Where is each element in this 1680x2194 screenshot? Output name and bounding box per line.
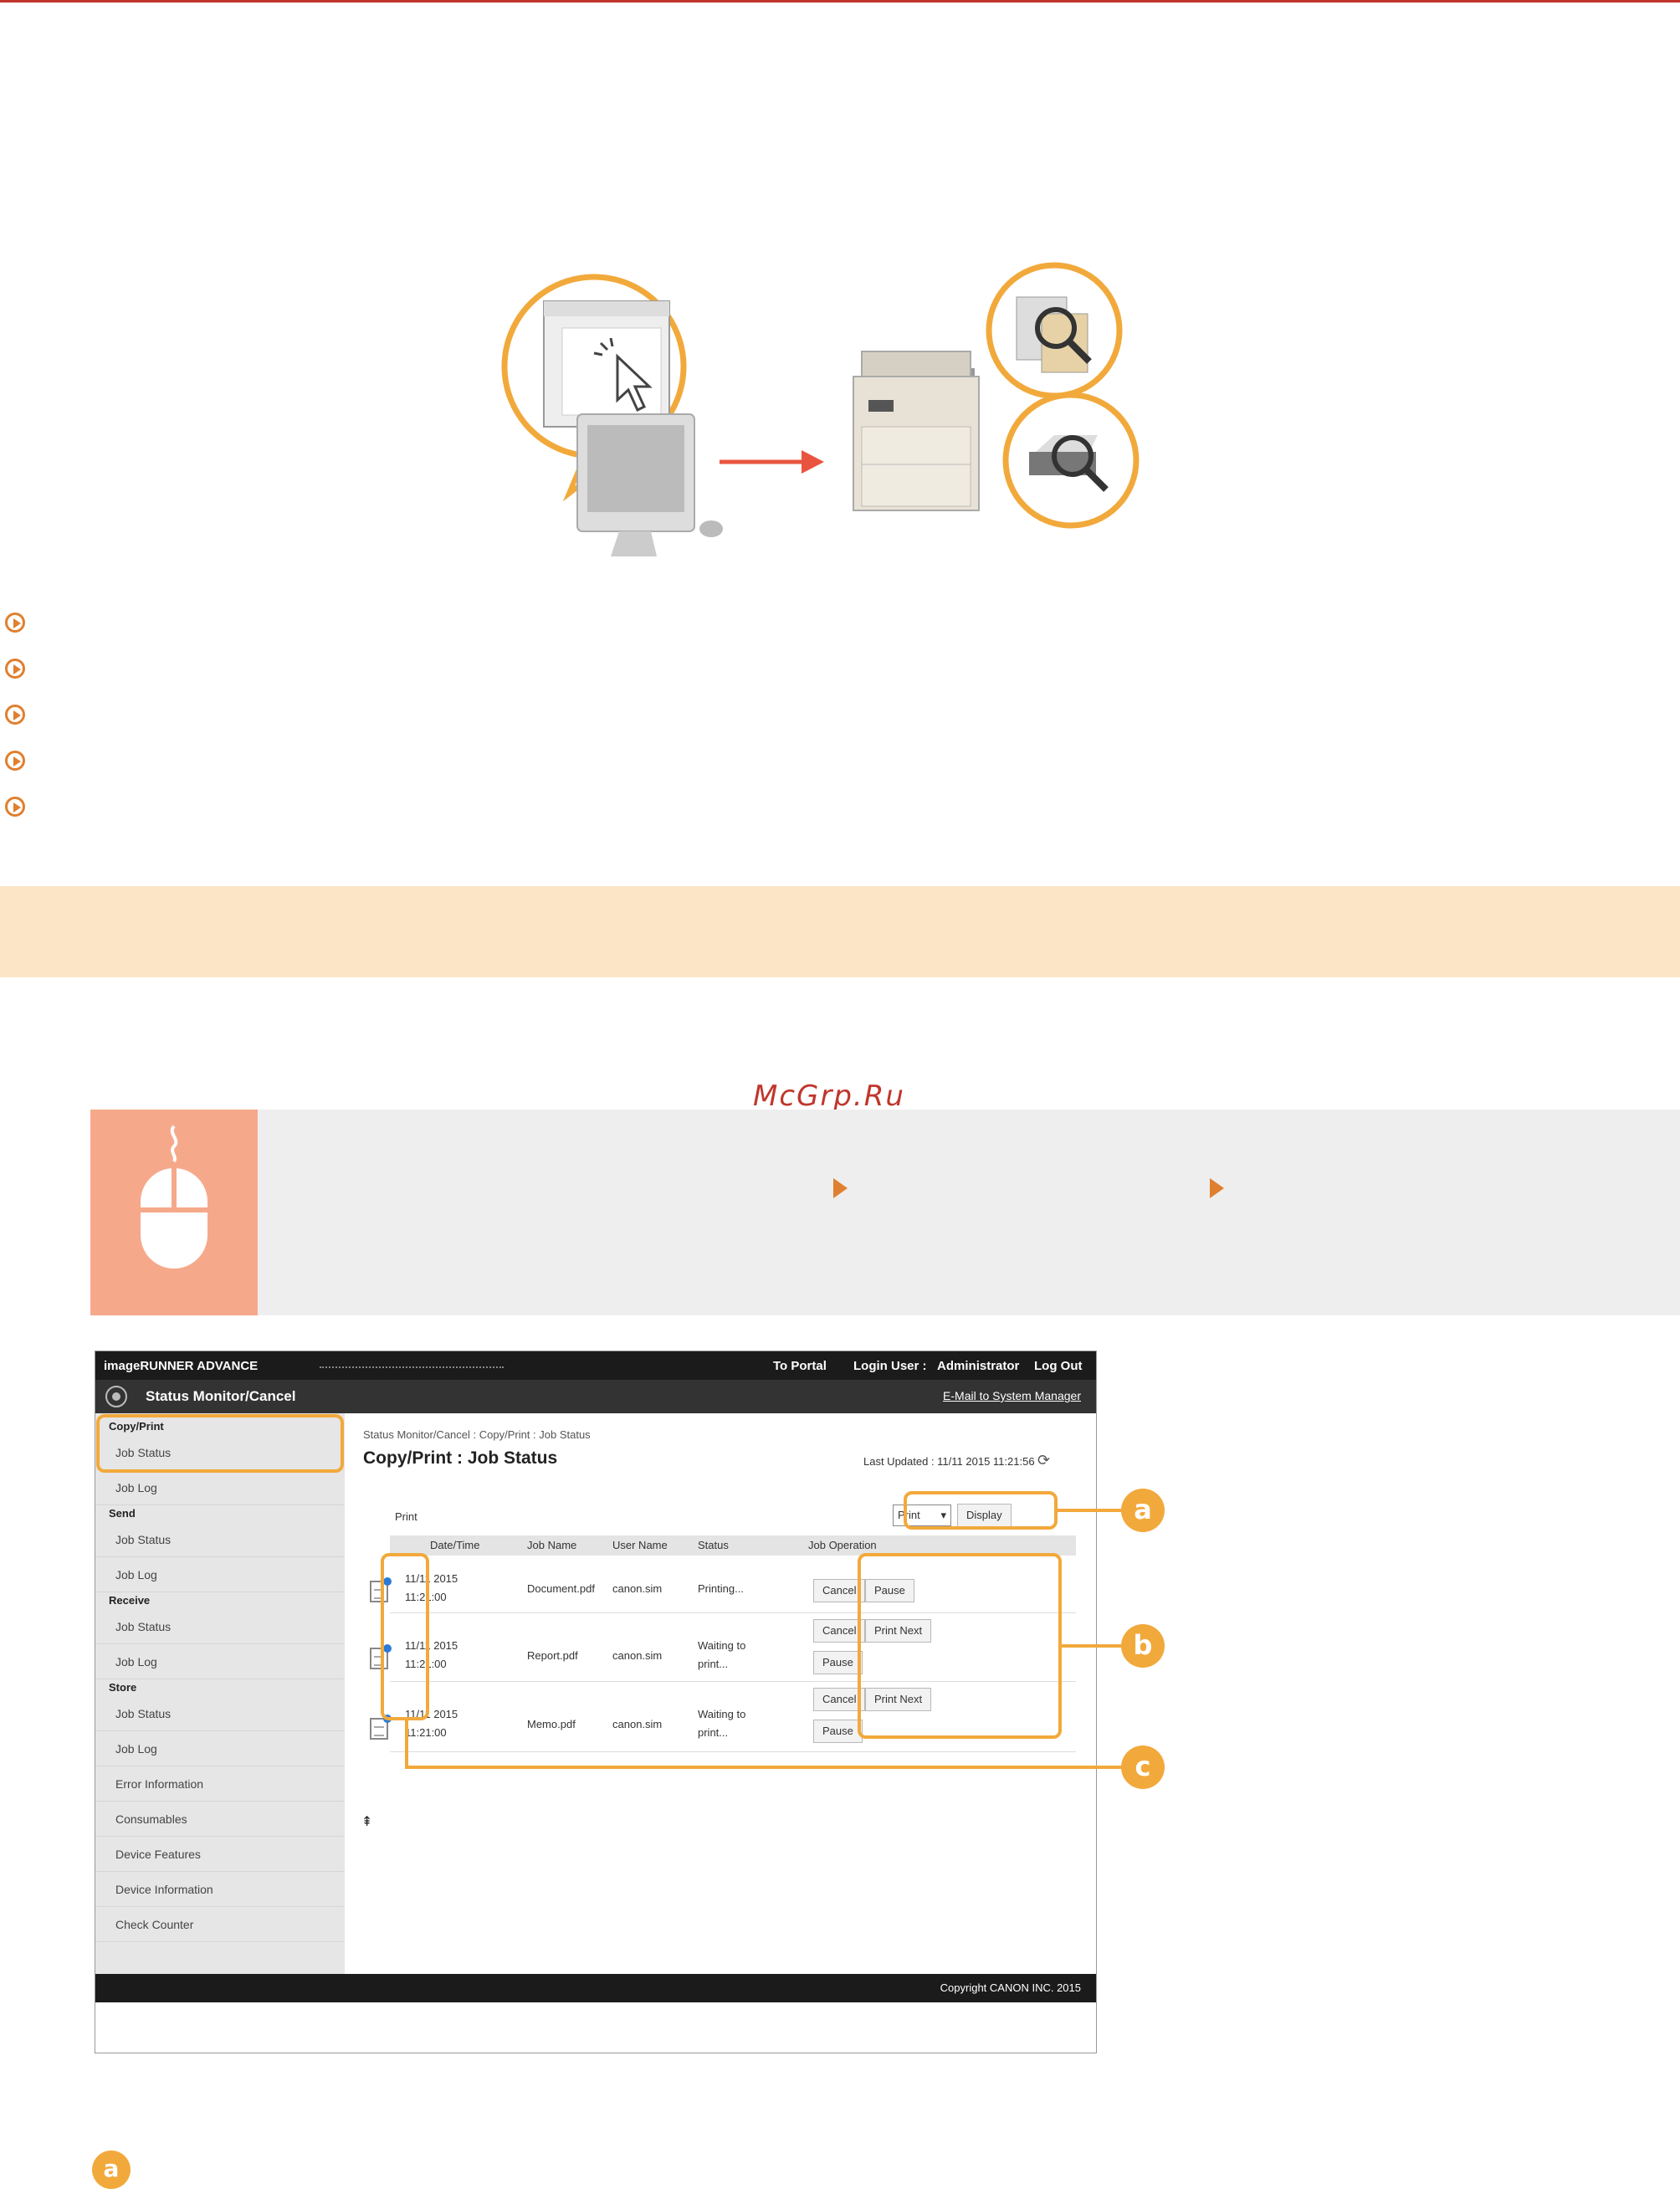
sidebar-item-send-job-status[interactable]: Job Status (95, 1522, 345, 1557)
sidebar-item-send-job-log[interactable]: Job Log (95, 1557, 345, 1592)
user-name: canon.sim (612, 1649, 663, 1662)
remote-ui-illustration (501, 262, 1140, 556)
job-name: Document.pdf (527, 1582, 595, 1595)
link-item[interactable] (5, 599, 25, 645)
login-user-label: Login User : Administrator (853, 1358, 1020, 1373)
job-status-cont: print... (698, 1726, 729, 1739)
product-name: imageRUNNER ADVANCE (104, 1358, 259, 1373)
computer-monitor-icon (576, 413, 723, 556)
sidebar-item-error-information[interactable]: Error Information (95, 1766, 345, 1802)
page-title: Copy/Print : Job Status (363, 1448, 558, 1468)
callout-c-badge: c (1121, 1745, 1165, 1789)
pause-button[interactable]: Pause (813, 1720, 863, 1743)
job-status-cont: print... (698, 1658, 729, 1670)
arrow-circle-icon (5, 612, 25, 633)
column-header: User Name (612, 1539, 668, 1551)
device-name-placeholder (320, 1363, 504, 1368)
callout-b-box (858, 1553, 1062, 1739)
section-heading-bar (0, 886, 1680, 977)
job-name: Memo.pdf (527, 1718, 576, 1730)
arrow-circle-icon (5, 796, 25, 817)
sidebar-item-store-job-log[interactable]: Job Log (95, 1731, 345, 1766)
remote-ui-topbar: imageRUNNER ADVANCE To Portal Login User… (95, 1351, 1096, 1380)
print-filter-label: Print (395, 1510, 417, 1523)
sidebar-section-store: Store (109, 1681, 137, 1694)
mouse-icon (141, 1125, 207, 1269)
callout-c-line-h (405, 1766, 1121, 1769)
sidebar-item-copy-job-log[interactable]: Job Log (95, 1470, 345, 1505)
legend-a-badge: a (92, 2150, 131, 2189)
sidebar-item-store-job-status[interactable]: Job Status (95, 1696, 345, 1731)
column-header: Date/Time (430, 1539, 480, 1551)
job-time: 11:21:00 (405, 1726, 447, 1739)
sidebar-item-device-information[interactable]: Device Information (95, 1872, 345, 1907)
link-item[interactable] (5, 691, 25, 737)
related-links (5, 599, 25, 829)
top-rule (0, 0, 1680, 3)
operation-path-box (90, 1110, 1680, 1315)
header-title: Status Monitor/Cancel (146, 1388, 296, 1404)
arrow-right-icon (720, 450, 824, 474)
breadcrumb: Status Monitor/Cancel : Copy/Print : Job… (363, 1428, 591, 1441)
remote-ui-footer: Copyright CANON INC. 2015 (95, 1974, 1096, 2002)
printer-icon (853, 351, 980, 511)
page-top-icon[interactable]: ⇞ (361, 1813, 372, 1830)
arrow-circle-icon (5, 750, 25, 771)
link-item[interactable] (5, 645, 25, 691)
job-status: Waiting to (698, 1708, 746, 1720)
sidebar-item-check-counter[interactable]: Check Counter (95, 1907, 345, 1942)
sidebar: Copy/Print Job Status Job Log Send Job S… (95, 1413, 345, 1999)
column-header: Job Operation (808, 1539, 877, 1551)
magnifier-bubble-bottom-icon (1002, 392, 1140, 529)
user-name: canon.sim (612, 1582, 663, 1595)
mouse-icon-block (90, 1110, 258, 1315)
to-portal-link[interactable]: To Portal (773, 1359, 827, 1373)
email-manager-link[interactable]: E-Mail to System Manager (943, 1389, 1081, 1402)
callout-c-line-v (405, 1720, 408, 1767)
arrow-circle-icon (5, 704, 25, 725)
callout-job-status-highlight (96, 1414, 344, 1473)
refresh-icon[interactable]: ⟳ (1037, 1452, 1050, 1469)
job-name: Report.pdf (527, 1649, 578, 1662)
watermark: McGrp.Ru (753, 1079, 905, 1113)
link-item[interactable] (5, 737, 25, 783)
remote-ui-header: Status Monitor/Cancel E-Mail to System M… (95, 1380, 1096, 1413)
magnifier-bubble-top-icon (986, 262, 1123, 399)
path-arrow-icon (833, 1178, 848, 1198)
sidebar-section-send: Send (109, 1507, 136, 1520)
sidebar-item-receive-job-log[interactable]: Job Log (95, 1644, 345, 1679)
sidebar-item-consumables[interactable]: Consumables (95, 1802, 345, 1837)
callout-b-line (1062, 1644, 1121, 1648)
callout-b-badge: b (1121, 1624, 1165, 1668)
callout-a-box (904, 1491, 1058, 1530)
link-item[interactable] (5, 783, 25, 829)
job-document-icon[interactable] (370, 1715, 392, 1740)
column-header: Job Name (527, 1539, 577, 1551)
last-updated: Last Updated : 11/11 2015 11:21:56 (863, 1455, 1035, 1468)
status-monitor-icon (105, 1386, 127, 1407)
user-name: canon.sim (612, 1718, 663, 1730)
sidebar-item-device-features[interactable]: Device Features (95, 1837, 345, 1872)
row-divider (390, 1751, 1076, 1752)
sidebar-item-receive-job-status[interactable]: Job Status (95, 1609, 345, 1644)
log-out-link[interactable]: Log Out (1034, 1359, 1082, 1373)
arrow-circle-icon (5, 658, 25, 679)
sidebar-section-receive: Receive (109, 1594, 151, 1607)
job-status: Waiting to (698, 1639, 746, 1652)
callout-c-box (381, 1553, 429, 1720)
path-arrow-icon (1210, 1178, 1224, 1198)
callout-a-badge: a (1121, 1489, 1165, 1532)
job-status: Printing... (698, 1582, 744, 1595)
pause-button[interactable]: Pause (813, 1651, 863, 1674)
column-header: Status (698, 1539, 729, 1551)
callout-a-line (1058, 1509, 1121, 1512)
